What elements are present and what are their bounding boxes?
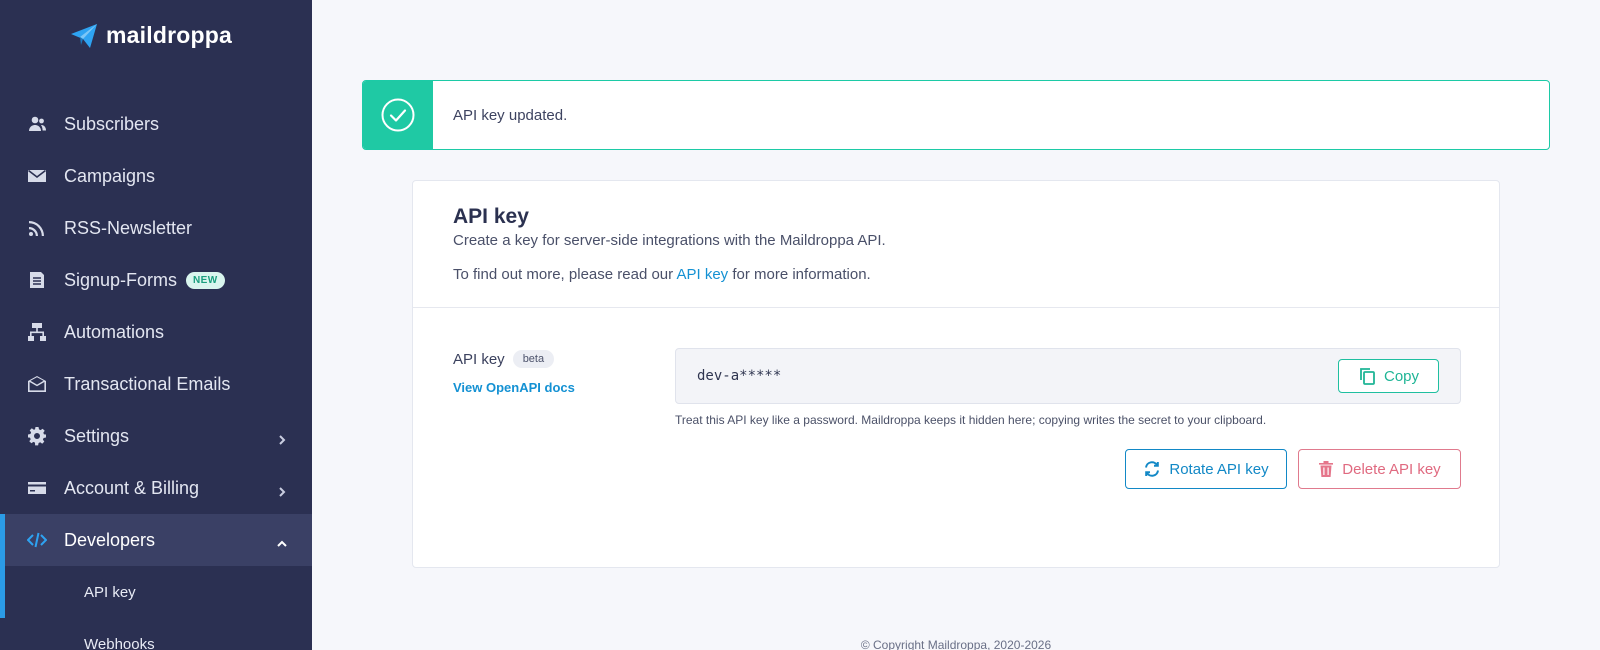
copy-button[interactable]: Copy bbox=[1338, 359, 1439, 393]
sidebar-item-signup-forms[interactable]: Signup-Forms NEW bbox=[0, 254, 312, 306]
flow-icon bbox=[26, 321, 48, 343]
alert-message: API key updated. bbox=[453, 106, 568, 124]
sidebar-subitem-api-key[interactable]: API key bbox=[0, 566, 312, 618]
developers-subnav: API key Webhooks bbox=[0, 566, 312, 650]
rotate-api-key-button[interactable]: Rotate API key bbox=[1125, 449, 1287, 489]
sidebar-item-label: RSS-Newsletter bbox=[64, 217, 193, 238]
card-header: API key Create a key for server-side int… bbox=[413, 181, 1499, 308]
card-body: API key beta View OpenAPI docs dev-a****… bbox=[413, 308, 1499, 568]
more-info-suffix: for more information. bbox=[728, 266, 871, 283]
beta-badge: beta bbox=[512, 350, 555, 368]
sidebar-subitem-webhooks[interactable]: Webhooks bbox=[0, 618, 312, 650]
envelope-icon bbox=[26, 165, 48, 187]
check-circle-icon bbox=[381, 98, 415, 132]
sidebar-item-settings[interactable]: Settings bbox=[0, 410, 312, 462]
api-key-value: dev-a***** bbox=[697, 368, 782, 384]
chevron-right-icon bbox=[276, 482, 288, 497]
sidebar-subitem-label: API key bbox=[84, 583, 136, 601]
main-nav: Subscribers Campaigns RSS-Newsletter Sig… bbox=[0, 98, 312, 650]
sidebar-item-label: Automations bbox=[64, 321, 165, 342]
code-icon bbox=[26, 529, 48, 551]
rotate-button-label: Rotate API key bbox=[1169, 460, 1269, 478]
trash-icon bbox=[1319, 461, 1334, 477]
view-openapi-docs-link[interactable]: View OpenAPI docs bbox=[453, 380, 575, 395]
sidebar-item-label: Account & Billing bbox=[64, 477, 200, 498]
copy-icon bbox=[1360, 368, 1375, 385]
api-key-label: API key bbox=[453, 350, 505, 368]
api-key-card: API key Create a key for server-side int… bbox=[412, 180, 1500, 568]
paper-plane-icon bbox=[71, 23, 97, 48]
more-info-prefix: To find out more, please read our bbox=[453, 266, 677, 283]
sidebar-item-label: Subscribers bbox=[64, 113, 160, 134]
sidebar-item-automations[interactable]: Automations bbox=[0, 306, 312, 358]
chevron-right-icon bbox=[276, 430, 288, 445]
gear-icon bbox=[26, 425, 48, 447]
api-key-docs-link[interactable]: API key bbox=[676, 266, 728, 283]
api-key-field-label: API key beta bbox=[453, 350, 555, 368]
card-more-info: To find out more, please read our API ke… bbox=[453, 266, 1459, 283]
sidebar-item-label: Developers bbox=[64, 529, 156, 550]
delete-button-label: Delete API key bbox=[1342, 460, 1441, 478]
sidebar-item-label: Settings bbox=[64, 425, 130, 446]
api-key-hint: Treat this API key like a password. Mail… bbox=[675, 413, 1267, 427]
sidebar-item-label: Campaigns bbox=[64, 165, 156, 186]
alert-icon-container bbox=[363, 81, 433, 149]
sidebar-item-label: Signup-Forms bbox=[64, 269, 178, 290]
success-alert: API key updated. bbox=[362, 80, 1550, 150]
form-icon bbox=[26, 269, 48, 291]
sidebar-subitem-label: Webhooks bbox=[84, 635, 155, 650]
users-icon bbox=[26, 113, 48, 135]
delete-api-key-button[interactable]: Delete API key bbox=[1298, 449, 1461, 489]
sidebar: maildroppa Subscribers Campaigns RSS-New… bbox=[0, 0, 312, 650]
refresh-icon bbox=[1145, 461, 1160, 477]
mail-open-icon bbox=[26, 373, 48, 395]
sidebar-item-subscribers[interactable]: Subscribers bbox=[0, 98, 312, 150]
sidebar-item-developers[interactable]: Developers bbox=[0, 514, 312, 566]
credit-card-icon bbox=[26, 477, 48, 499]
sidebar-item-transactional-emails[interactable]: Transactional Emails bbox=[0, 358, 312, 410]
chevron-up-icon bbox=[276, 534, 288, 547]
card-description: Create a key for server-side integration… bbox=[453, 232, 886, 249]
rss-icon bbox=[26, 217, 48, 239]
sidebar-item-campaigns[interactable]: Campaigns bbox=[0, 150, 312, 202]
brand-logo[interactable]: maildroppa bbox=[70, 22, 232, 49]
api-key-display: dev-a***** Copy bbox=[675, 348, 1461, 404]
sidebar-item-rss-newsletter[interactable]: RSS-Newsletter bbox=[0, 202, 312, 254]
main-content: API key updated. API key Create a key fo… bbox=[312, 0, 1600, 650]
page-title: API key bbox=[453, 205, 529, 228]
footer-copyright: © Copyright Maildroppa, 2020-2026 bbox=[860, 638, 1052, 650]
brand-name: maildroppa bbox=[106, 22, 232, 48]
copy-button-label: Copy bbox=[1383, 367, 1420, 385]
new-badge: NEW bbox=[186, 271, 225, 289]
sidebar-item-label: Transactional Emails bbox=[64, 373, 231, 394]
sidebar-item-account-billing[interactable]: Account & Billing bbox=[0, 462, 312, 514]
